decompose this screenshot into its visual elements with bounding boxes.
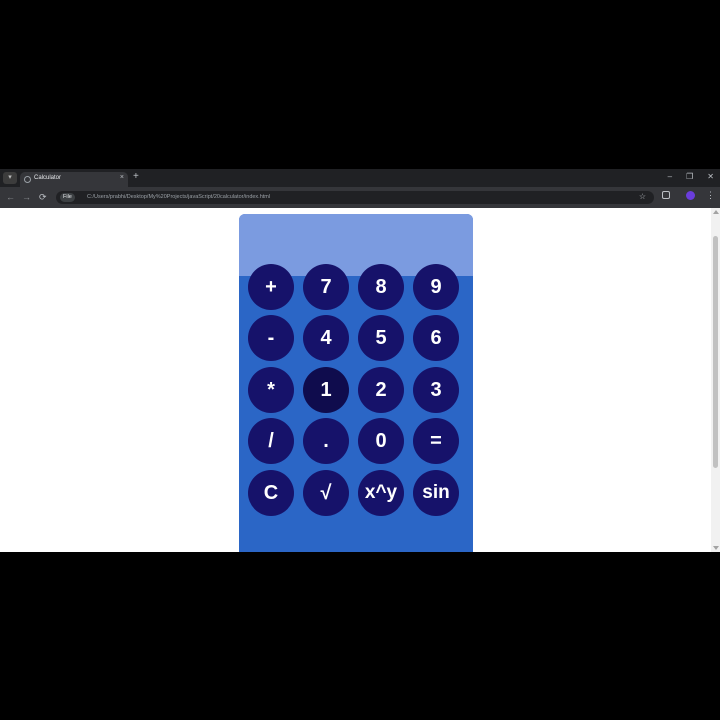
browser-toolbar: ← → ⟳ File C:/Users/prabhi/Desktop/My%20… — [0, 187, 720, 208]
back-button[interactable]: ← — [6, 192, 15, 202]
key-9[interactable]: 9 — [413, 264, 459, 310]
close-window-button[interactable]: ✕ — [707, 172, 714, 181]
key-2[interactable]: 2 — [358, 367, 404, 413]
key-sin[interactable]: sin — [413, 470, 459, 516]
forward-button[interactable]: → — [22, 192, 31, 202]
address-bar[interactable]: File C:/Users/prabhi/Desktop/My%20Projec… — [56, 191, 654, 204]
key-5[interactable]: 5 — [358, 315, 404, 361]
key-divide[interactable]: / — [248, 418, 294, 464]
url-text[interactable]: C:/Users/prabhi/Desktop/My%20Projects/ja… — [87, 193, 270, 202]
browser-window: ▾ Calculator × + – ❐ ✕ ← → ⟳ File C:/Use… — [0, 169, 720, 552]
key-power[interactable]: x^y — [358, 470, 404, 516]
window-controls: – ❐ ✕ — [668, 172, 714, 181]
new-tab-button[interactable]: + — [133, 171, 139, 183]
key-4[interactable]: 4 — [303, 315, 349, 361]
key-8[interactable]: 8 — [358, 264, 404, 310]
site-info-chip[interactable]: File — [60, 193, 75, 202]
key-multiply[interactable]: * — [248, 367, 294, 413]
key-equals[interactable]: = — [413, 418, 459, 464]
minimize-button[interactable]: – — [668, 172, 672, 181]
key-minus[interactable]: - — [248, 315, 294, 361]
tab-title: Calculator — [34, 175, 62, 181]
browser-menu-icon[interactable]: ⋮ — [706, 190, 715, 200]
key-1[interactable]: 1 — [303, 367, 349, 413]
key-sqrt[interactable]: √ — [303, 470, 349, 516]
key-plus[interactable]: + — [248, 264, 294, 310]
tab-search-button[interactable]: ▾ — [3, 172, 17, 184]
scroll-thumb[interactable] — [713, 236, 718, 468]
tab-calculator[interactable]: Calculator × — [20, 172, 128, 187]
key-decimal[interactable]: . — [303, 418, 349, 464]
extensions-icon[interactable] — [662, 191, 670, 199]
bookmark-star-icon[interactable]: ☆ — [639, 192, 646, 201]
page-scrollbar[interactable] — [711, 208, 720, 552]
scroll-up-arrow-icon[interactable] — [713, 210, 719, 214]
close-tab-icon[interactable]: × — [120, 174, 124, 181]
key-0[interactable]: 0 — [358, 418, 404, 464]
calculator: +7 8 9 -4 5 6 * 1 2 3 /. 0 = C √ x^y sin — [239, 214, 473, 552]
key-clear[interactable]: C — [248, 470, 294, 516]
restore-button[interactable]: ❐ — [686, 172, 693, 181]
tab-bar: ▾ Calculator × + – ❐ ✕ — [0, 169, 720, 187]
key-3[interactable]: 3 — [413, 367, 459, 413]
scroll-down-arrow-icon[interactable] — [713, 546, 719, 550]
key-6[interactable]: 6 — [413, 315, 459, 361]
key-7[interactable]: 7 — [303, 264, 349, 310]
profile-avatar[interactable] — [686, 191, 695, 200]
globe-icon — [24, 176, 31, 183]
reload-button[interactable]: ⟳ — [39, 192, 47, 202]
